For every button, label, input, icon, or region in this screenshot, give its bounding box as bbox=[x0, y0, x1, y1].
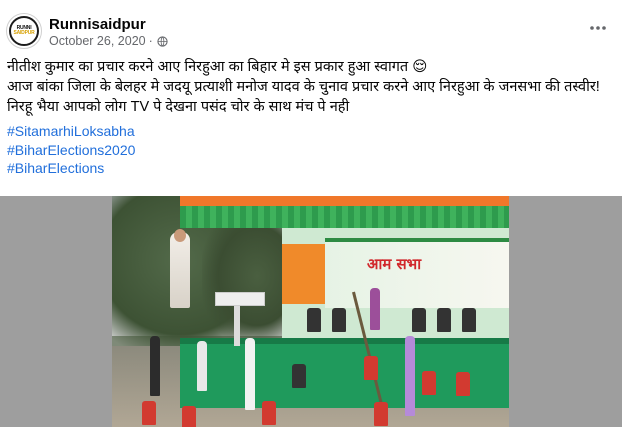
post-text-line-2: आज बांका जिला के बेलहर मे जदयू प्रत्याशी… bbox=[7, 79, 600, 95]
post-header: RUNNI SAIDPUR Runnisaidpur October 26, 2… bbox=[0, 0, 622, 56]
crowd-chair bbox=[422, 371, 436, 395]
post-text-line-1: नीतीश कुमार का प्रचार करने आए निरहुआ का … bbox=[7, 59, 428, 75]
post-text: नीतीश कुमार का प्रचार करने आए निरहुआ का … bbox=[7, 57, 612, 178]
page-name-link[interactable]: Runnisaidpur bbox=[49, 16, 146, 33]
photo-person bbox=[197, 341, 207, 391]
facebook-post: RUNNI SAIDPUR Runnisaidpur October 26, 2… bbox=[0, 0, 622, 427]
photo-person bbox=[150, 336, 160, 396]
page-avatar[interactable]: RUNNI SAIDPUR bbox=[6, 13, 42, 49]
stage-side-panel bbox=[282, 244, 326, 304]
stage-chair bbox=[462, 308, 476, 332]
crowd-chair bbox=[364, 356, 378, 380]
stage-banner-text: आम सभा bbox=[367, 255, 422, 273]
avatar-logo: RUNNI SAIDPUR bbox=[9, 16, 39, 46]
hashtag-link[interactable]: #BiharElections bbox=[7, 159, 612, 178]
photo-sign bbox=[215, 292, 265, 306]
crowd-chair bbox=[374, 402, 388, 426]
post-meta: October 26, 2020 · bbox=[49, 34, 168, 48]
photo-person bbox=[245, 338, 255, 410]
crowd-chair bbox=[262, 401, 276, 425]
globe-icon[interactable] bbox=[157, 35, 168, 47]
post-photo[interactable]: आम सभा bbox=[112, 196, 509, 427]
stage-fringe bbox=[180, 206, 509, 228]
photo-person bbox=[405, 336, 415, 416]
stage-chair bbox=[412, 308, 426, 332]
post-text-line-3: निरहू भैया आपको लोग TV पे देखना पसंद चोर… bbox=[7, 99, 350, 115]
meta-separator: · bbox=[148, 34, 153, 48]
crowd-chair bbox=[292, 364, 306, 388]
avatar-text-bottom: SAIDPUR bbox=[13, 30, 35, 36]
crowd-chair bbox=[456, 372, 470, 396]
stage-chair bbox=[437, 308, 451, 332]
hashtag-list: #SitamarhiLoksabha #BiharElections2020 #… bbox=[7, 122, 612, 178]
crowd-chair bbox=[182, 406, 196, 427]
leader-cutout-head bbox=[174, 229, 186, 242]
leader-cutout bbox=[170, 232, 190, 308]
stage-platform-edge bbox=[180, 338, 509, 344]
more-options-button[interactable] bbox=[584, 18, 612, 38]
photo-sign-post bbox=[234, 306, 240, 346]
crowd-chair bbox=[142, 401, 156, 425]
post-date-link[interactable]: October 26, 2020 bbox=[49, 34, 146, 48]
hashtag-link[interactable]: #SitamarhiLoksabha bbox=[7, 122, 612, 141]
stage-chair bbox=[307, 308, 321, 332]
more-options-icon bbox=[590, 26, 606, 30]
photo-person bbox=[370, 288, 380, 330]
post-media[interactable]: आम सभा bbox=[0, 196, 622, 427]
stage-chair bbox=[332, 308, 346, 332]
hashtag-link[interactable]: #BiharElections2020 bbox=[7, 141, 612, 160]
